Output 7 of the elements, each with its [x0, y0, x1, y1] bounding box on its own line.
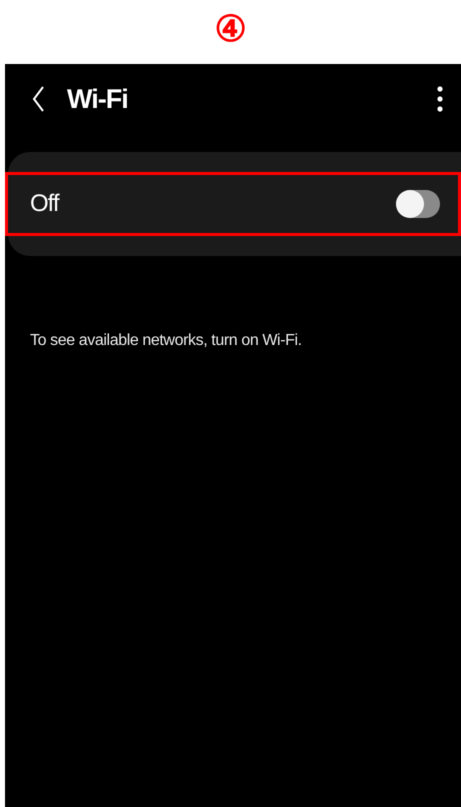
switch-label: Off	[30, 190, 60, 218]
back-icon[interactable]	[31, 85, 45, 113]
hint-text: To see available networks, turn on Wi-Fi.	[30, 332, 303, 350]
wifi-toggle[interactable]	[396, 190, 440, 218]
step-number: ④	[214, 11, 246, 47]
more-options-icon[interactable]	[437, 86, 443, 112]
screen-title: Wi-Fi	[67, 84, 129, 114]
